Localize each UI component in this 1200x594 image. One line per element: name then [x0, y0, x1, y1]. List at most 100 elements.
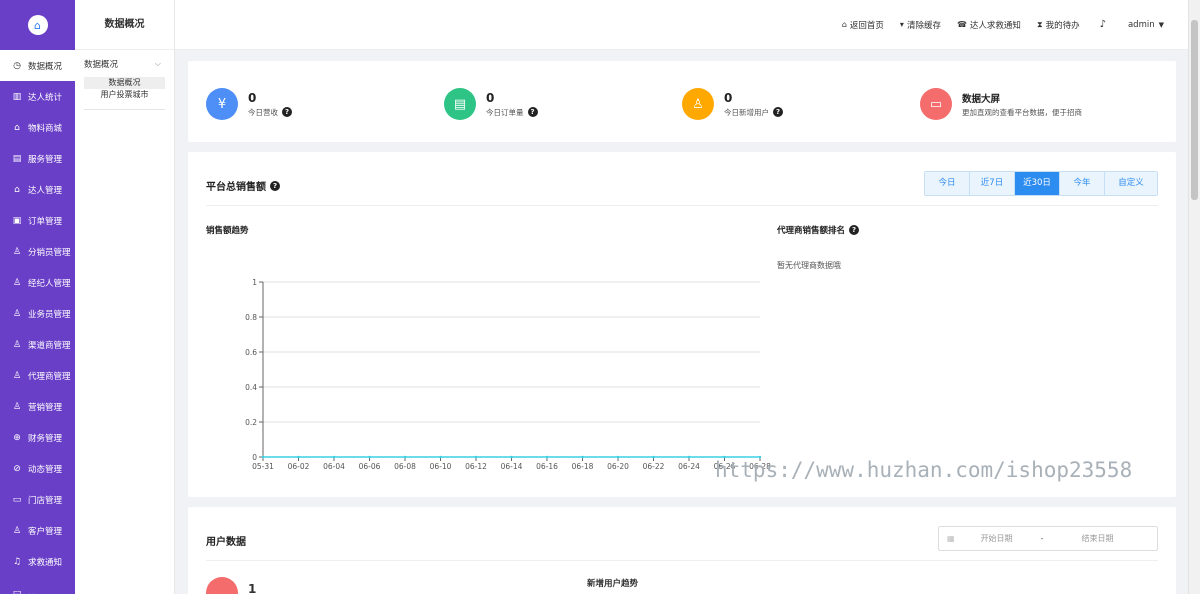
sub-item-vote-city[interactable]: 用户投票城市 — [84, 89, 165, 101]
sidebar-item[interactable]: ◷ 数据概况 — [0, 50, 75, 81]
date-range-picker[interactable]: ▦ 开始日期 - 结束日期 — [938, 526, 1158, 551]
sidebar-item-label: 门店管理 — [28, 495, 63, 506]
sales-card: 平台总销售额? 今日 近7日 近30日 今年 自定义 销售额趋势 代理商销售额排… — [188, 152, 1176, 497]
sidebar-item-label: 达人管理 — [28, 185, 63, 196]
stat-label: 今日新增用户 — [724, 107, 769, 117]
sales-trend-title: 销售额趋势 — [206, 226, 249, 236]
menu-icon: ⌂ — [14, 184, 20, 195]
sidebar-item[interactable]: ⊕ 财务管理 — [0, 422, 75, 453]
watermark-text: https://www.huzhan.com/ishop23558 — [715, 458, 1133, 482]
sub-group-header[interactable]: 数据概况 ⌵ — [75, 50, 174, 77]
scrollbar-thumb[interactable] — [1191, 20, 1198, 200]
period-tabs: 今日 近7日 近30日 今年 自定义 — [924, 171, 1158, 196]
user-menu[interactable]: admin ▼ — [1128, 20, 1164, 30]
tab-7days[interactable]: 近7日 — [970, 172, 1015, 195]
sub-sidebar: 数据概况 数据概况 ⌵ 数据概况 用户投票城市 — [75, 0, 175, 594]
sidebar-item[interactable]: ⊘ 动态管理 — [0, 453, 75, 484]
home-icon: ⌂ — [841, 20, 847, 29]
data-point — [616, 455, 620, 459]
sales-title: 平台总销售额? — [206, 178, 280, 193]
sos-notice-link[interactable]: ☎ 达人求救通知 — [957, 19, 1021, 31]
data-point — [439, 455, 442, 459]
sidebar-item[interactable]: ♙ 分销员管理 — [0, 236, 75, 267]
data-point — [261, 455, 265, 459]
menu-icon: ♙ — [12, 246, 22, 257]
stat-label: 今日订单量 — [486, 107, 524, 117]
user-icon: ♙ — [682, 88, 714, 120]
sub-group-label: 数据概况 — [84, 59, 119, 70]
alarm-icon: ☎ — [956, 20, 967, 29]
tab-30days[interactable]: 近30日 — [1015, 172, 1060, 195]
y-tick-label: 0 — [252, 453, 257, 462]
y-tick-label: 1 — [252, 278, 257, 287]
agent-rank-empty: 暂无代理商数据哦 — [777, 261, 841, 270]
sidebar-item[interactable]: ▤ 服务管理 — [0, 143, 75, 174]
menu-icon: ♙ — [12, 401, 22, 412]
sidebar-item[interactable]: ♙ 渠道商管理 — [0, 329, 75, 360]
user-data-card: 用户数据 ▦ 开始日期 - 结束日期 1 新增用户趋势 — [188, 507, 1176, 594]
sidebar-item[interactable]: ♙ 代理商管理 — [0, 360, 75, 391]
page-scrollbar[interactable] — [1188, 0, 1200, 594]
sidebar-item[interactable]: ⌂ 物料商城 — [0, 112, 75, 143]
sidebar-item[interactable]: ♙ 营销管理 — [0, 391, 75, 422]
big-screen-title: 数据大屏 — [962, 93, 1001, 105]
clear-cache-link[interactable]: ▾ 清除缓存 — [900, 19, 941, 31]
home-link[interactable]: ⌂ 返回首页 — [842, 19, 884, 31]
start-date-input[interactable]: 开始日期 — [981, 533, 1013, 544]
sidebar-item[interactable]: ▭ 门店管理 — [0, 484, 75, 515]
data-point — [368, 455, 371, 459]
sidebar-item[interactable]: ▣ 订单管理 — [0, 205, 75, 236]
logo[interactable]: ⌂ — [0, 0, 75, 50]
sidebar-item[interactable]: ♫ 求救通知 — [0, 546, 75, 577]
sub-item-overview[interactable]: 数据概况 — [84, 77, 165, 89]
divider — [206, 560, 1158, 561]
data-point — [581, 455, 584, 459]
sidebar-item[interactable]: ♙ 业务员管理 — [0, 298, 75, 329]
todo-label: 我的待办 — [1045, 20, 1080, 31]
data-point — [403, 455, 407, 459]
sidebar-item-label: 分销员管理 — [28, 247, 71, 258]
menu-icon: ♙ — [12, 525, 22, 536]
todo-link[interactable]: ⧗ 我的待办 — [1037, 19, 1080, 31]
end-date-input[interactable]: 结束日期 — [1081, 533, 1113, 544]
sidebar-item-label: 经纪人管理 — [28, 278, 71, 289]
x-tick-label: 06-06 — [359, 462, 381, 471]
big-screen-link[interactable]: ▭ 数据大屏 更加直观的查看平台数据，便于招商 — [920, 88, 1082, 120]
sidebar-item[interactable]: ▥ 达人统计 — [0, 81, 75, 112]
x-tick-label: 06-02 — [288, 462, 310, 471]
stats-card: ¥ 0 今日营收? ▤ 0 今日订单量? ♙ 0 今日新增用户? ▭ 数据大屏 … — [188, 61, 1176, 142]
sales-trend-chart: 0 0.2 0.4 0.6 0.8 1 05-31 06-02 06-04 06-06 06-08 0… — [245, 278, 771, 471]
stat-value: 0 — [486, 90, 495, 105]
help-icon[interactable]: ? — [527, 107, 538, 117]
stat-revenue: ¥ 0 今日营收? — [206, 88, 292, 120]
chevron-down-icon: ⌵ — [154, 58, 161, 68]
sidebar-item[interactable]: ♙ 经纪人管理 — [0, 267, 75, 298]
sub-sidebar-title: 数据概况 — [75, 0, 174, 50]
top-header: ⌂ 返回首页 ▾ 清除缓存 ☎ 达人求救通知 ⧗ 我的待办 ♪ admin ▼ — [175, 0, 1188, 50]
main-sidebar: ⌂ ◷ 数据概况 ▥ 达人统计 ⌂ 物料商城 ▤ 服务管理 ⌂ 达人管理 ▣ 订单管理 ♙ 分销员管理 ♙ 经… — [0, 0, 75, 594]
sidebar-item-label: 动态管理 — [28, 464, 63, 475]
clear-cache-label: 清除缓存 — [906, 20, 941, 31]
sidebar-item[interactable]: ⌂ 达人管理 — [0, 174, 75, 205]
help-icon[interactable]: ? — [849, 225, 860, 235]
sidebar-item-label: 代理商管理 — [28, 371, 71, 382]
hourglass-icon: ⧗ — [1036, 19, 1043, 29]
x-tick-label: 06-12 — [465, 462, 487, 471]
divider — [84, 109, 165, 110]
agent-rank-title: 代理商销售额排名? — [777, 224, 860, 236]
divider — [206, 205, 1158, 206]
help-icon[interactable]: ? — [282, 107, 292, 117]
data-point — [687, 455, 691, 459]
menu-icon: ♙ — [12, 370, 22, 381]
sidebar-item[interactable]: ♙ 客户管理 — [0, 515, 75, 546]
help-icon[interactable]: ? — [270, 180, 280, 191]
tab-custom[interactable]: 自定义 — [1105, 172, 1157, 195]
notification-button[interactable]: ♪ — [1100, 19, 1106, 30]
tab-year[interactable]: 今年 — [1060, 172, 1105, 195]
menu-icon: ♙ — [12, 308, 22, 319]
sidebar-item[interactable]: ▭… — [0, 577, 75, 594]
help-icon[interactable]: ? — [773, 107, 783, 117]
tab-today[interactable]: 今日 — [925, 172, 970, 195]
data-point — [332, 455, 336, 459]
sidebar-item-label: 服务管理 — [28, 154, 63, 165]
